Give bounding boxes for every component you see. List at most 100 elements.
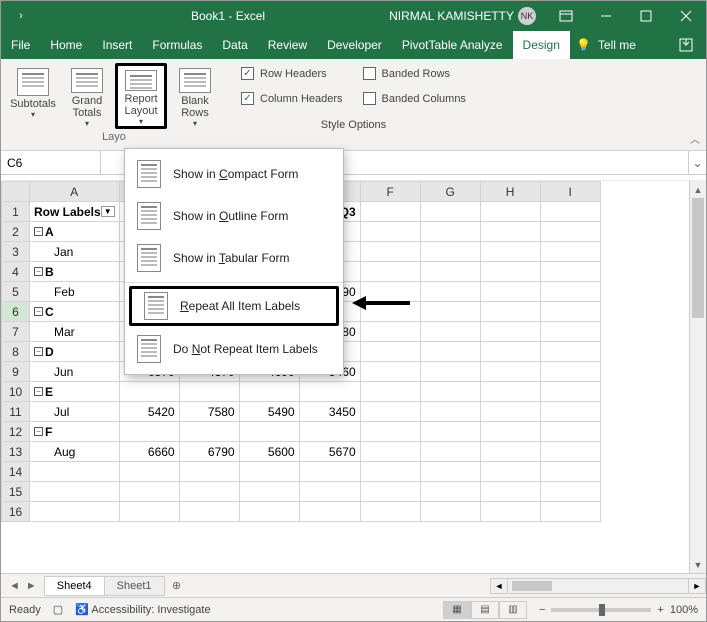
- cell[interactable]: [480, 282, 540, 302]
- tell-me[interactable]: Tell me: [598, 31, 646, 59]
- col-header[interactable]: H: [480, 182, 540, 202]
- cell[interactable]: −D: [30, 342, 120, 362]
- menu-show-compact[interactable]: Show in Compact Form: [125, 153, 343, 195]
- cell[interactable]: [540, 422, 600, 442]
- menu-show-outline[interactable]: Show in Outline Form: [125, 195, 343, 237]
- cell[interactable]: [480, 242, 540, 262]
- cell[interactable]: Jan: [30, 242, 120, 262]
- cell[interactable]: [119, 422, 179, 442]
- cell[interactable]: [540, 402, 600, 422]
- cell[interactable]: [30, 502, 120, 522]
- cell[interactable]: [360, 422, 420, 442]
- cell[interactable]: [360, 482, 420, 502]
- tell-me-icon[interactable]: 💡: [570, 31, 598, 59]
- page-layout-view-button[interactable]: ▤: [471, 601, 499, 619]
- cell[interactable]: [540, 462, 600, 482]
- cell[interactable]: [119, 482, 179, 502]
- banded-rows-checkbox[interactable]: [363, 67, 376, 80]
- row-headers-checkbox[interactable]: [241, 67, 254, 80]
- col-header[interactable]: A: [30, 182, 120, 202]
- cell[interactable]: [420, 262, 480, 282]
- hscroll-left-icon[interactable]: ◄: [490, 578, 508, 594]
- col-header[interactable]: F: [360, 182, 420, 202]
- cell[interactable]: [179, 482, 239, 502]
- row-header[interactable]: 13: [2, 442, 30, 462]
- cell[interactable]: [299, 482, 360, 502]
- cell[interactable]: [480, 482, 540, 502]
- cell[interactable]: [179, 422, 239, 442]
- cell[interactable]: [420, 502, 480, 522]
- cell[interactable]: [239, 422, 299, 442]
- cell[interactable]: [30, 482, 120, 502]
- cell[interactable]: [420, 482, 480, 502]
- tab-formulas[interactable]: Formulas: [142, 31, 212, 59]
- page-break-view-button[interactable]: ▥: [499, 601, 527, 619]
- cell[interactable]: 5600: [239, 442, 299, 462]
- tab-file[interactable]: File: [1, 31, 40, 59]
- accessibility-status[interactable]: ♿ Accessibility: Investigate: [75, 603, 210, 616]
- cell[interactable]: Jun: [30, 362, 120, 382]
- cell[interactable]: [360, 462, 420, 482]
- name-box[interactable]: C6: [1, 151, 101, 174]
- cell[interactable]: [420, 422, 480, 442]
- cell[interactable]: [360, 222, 420, 242]
- row-header[interactable]: 16: [2, 502, 30, 522]
- row-header[interactable]: 11: [2, 402, 30, 422]
- cell[interactable]: [360, 402, 420, 422]
- cell[interactable]: [360, 362, 420, 382]
- row-header[interactable]: 1: [2, 202, 30, 222]
- cell[interactable]: 7580: [179, 402, 239, 422]
- grand-totals-button[interactable]: GrandTotals▾: [61, 63, 113, 129]
- cell[interactable]: [540, 242, 600, 262]
- cell[interactable]: [360, 242, 420, 262]
- cell[interactable]: −A: [30, 222, 120, 242]
- row-header[interactable]: 2: [2, 222, 30, 242]
- cell[interactable]: [480, 462, 540, 482]
- cell[interactable]: Aug: [30, 442, 120, 462]
- qat-customize-icon[interactable]: ›: [1, 10, 41, 22]
- cell[interactable]: [239, 482, 299, 502]
- tab-design[interactable]: Design: [513, 31, 570, 59]
- cell[interactable]: [540, 362, 600, 382]
- cell[interactable]: [360, 322, 420, 342]
- sheet-nav-next-icon[interactable]: ►: [26, 580, 37, 592]
- cell[interactable]: [420, 282, 480, 302]
- row-header[interactable]: 7: [2, 322, 30, 342]
- cell[interactable]: 6660: [119, 442, 179, 462]
- cell[interactable]: [360, 342, 420, 362]
- cell[interactable]: [239, 382, 299, 402]
- cell[interactable]: [420, 402, 480, 422]
- share-button[interactable]: [666, 31, 706, 59]
- column-headers-checkbox[interactable]: [241, 92, 254, 105]
- cell[interactable]: [480, 302, 540, 322]
- tab-developer[interactable]: Developer: [317, 31, 392, 59]
- collapse-ribbon-icon[interactable]: ︿: [690, 131, 700, 146]
- sheet-tab-other[interactable]: Sheet1: [104, 576, 165, 596]
- cell[interactable]: 5490: [239, 402, 299, 422]
- cell[interactable]: [420, 302, 480, 322]
- zoom-in-button[interactable]: +: [657, 604, 663, 616]
- cell[interactable]: [420, 442, 480, 462]
- cell[interactable]: [420, 342, 480, 362]
- col-header[interactable]: I: [540, 182, 600, 202]
- zoom-slider[interactable]: [551, 608, 651, 612]
- cell[interactable]: [119, 382, 179, 402]
- cell[interactable]: Jul: [30, 402, 120, 422]
- tab-pivottable-analyze[interactable]: PivotTable Analyze: [392, 31, 513, 59]
- cell[interactable]: [480, 322, 540, 342]
- grid[interactable]: ABCDEFGHI1Row Labels▼um of Q32−A3Jan4−B5…: [1, 181, 689, 573]
- cell[interactable]: [540, 502, 600, 522]
- tab-insert[interactable]: Insert: [92, 31, 142, 59]
- cell[interactable]: [420, 382, 480, 402]
- cell[interactable]: [480, 442, 540, 462]
- cell[interactable]: [540, 262, 600, 282]
- cell[interactable]: −B: [30, 262, 120, 282]
- cell[interactable]: [360, 262, 420, 282]
- row-header[interactable]: 4: [2, 262, 30, 282]
- cell[interactable]: [540, 382, 600, 402]
- cell[interactable]: [540, 322, 600, 342]
- cell[interactable]: [299, 382, 360, 402]
- zoom-level[interactable]: 100%: [670, 604, 698, 616]
- cell[interactable]: [179, 382, 239, 402]
- horizontal-scrollbar[interactable]: ◄ ►: [490, 578, 706, 594]
